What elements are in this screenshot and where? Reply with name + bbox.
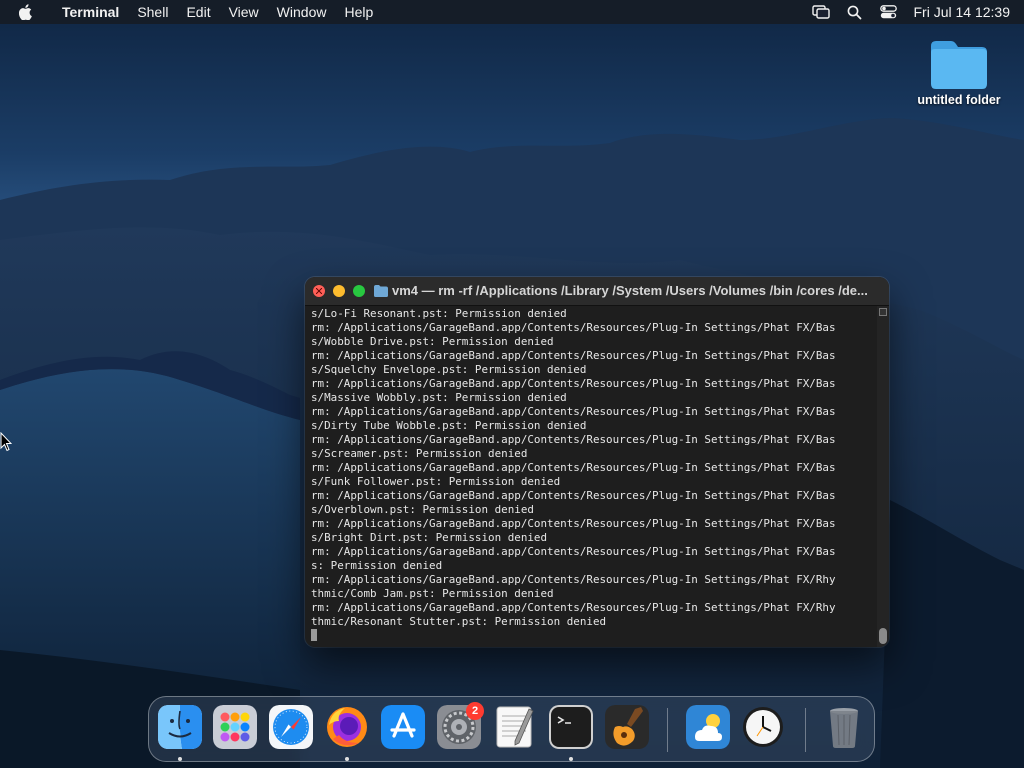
terminal-line: s/Dirty Tube Wobble.pst: Permission deni… bbox=[311, 419, 587, 432]
terminal-line: rm: /Applications/GarageBand.app/Content… bbox=[311, 405, 836, 418]
mouse-pointer-icon bbox=[0, 432, 12, 452]
running-indicator bbox=[178, 757, 182, 761]
terminal-line: s/Screamer.pst: Permission denied bbox=[311, 447, 528, 460]
scroll-marker-icon[interactable] bbox=[879, 308, 887, 316]
terminal-line: s/Lo-Fi Resonant.pst: Permission denied bbox=[311, 307, 567, 320]
terminal-line: rm: /Applications/GarageBand.app/Content… bbox=[311, 573, 836, 586]
terminal-line: s/Massive Wobbly.pst: Permission denied bbox=[311, 391, 567, 404]
menu-shell[interactable]: Shell bbox=[128, 0, 177, 24]
terminal-line: s/Bright Dirt.pst: Permission denied bbox=[311, 531, 548, 544]
terminal-line: rm: /Applications/GarageBand.app/Content… bbox=[311, 489, 836, 502]
textedit-icon[interactable] bbox=[493, 705, 537, 749]
menu-bar: Terminal Shell Edit View Window Help Fri… bbox=[0, 0, 1024, 24]
dock-separator bbox=[667, 708, 668, 752]
terminal-line: s/Funk Follower.pst: Permission denied bbox=[311, 475, 561, 488]
terminal-window[interactable]: vm4 — rm -rf /Applications /Library /Sys… bbox=[305, 277, 889, 647]
window-title: vm4 — rm -rf /Applications /Library /Sys… bbox=[392, 283, 868, 298]
terminal-line: rm: /Applications/GarageBand.app/Content… bbox=[311, 433, 836, 446]
trash-icon[interactable] bbox=[822, 705, 866, 749]
terminal-line: rm: /Applications/GarageBand.app/Content… bbox=[311, 517, 836, 530]
scrollbar-thumb[interactable] bbox=[879, 628, 887, 644]
apple-menu-icon[interactable] bbox=[19, 4, 35, 20]
terminal-line: rm: /Applications/GarageBand.app/Content… bbox=[311, 321, 836, 334]
terminal-line: rm: /Applications/GarageBand.app/Content… bbox=[311, 377, 836, 390]
terminal-line: rm: /Applications/GarageBand.app/Content… bbox=[311, 601, 836, 614]
terminal-output[interactable]: s/Lo-Fi Resonant.pst: Permission denied r… bbox=[305, 306, 877, 647]
menu-help[interactable]: Help bbox=[335, 0, 382, 24]
menu-window[interactable]: Window bbox=[268, 0, 336, 24]
terminal-titlebar[interactable]: vm4 — rm -rf /Applications /Library /Sys… bbox=[305, 277, 889, 306]
dock-separator bbox=[805, 708, 806, 752]
spotlight-search-icon[interactable] bbox=[846, 4, 864, 20]
running-indicator bbox=[569, 757, 573, 761]
notification-badge: 2 bbox=[466, 702, 484, 720]
garageband-icon[interactable] bbox=[605, 705, 649, 749]
zoom-window-button[interactable] bbox=[353, 285, 365, 297]
safari-icon[interactable] bbox=[269, 705, 313, 749]
menu-edit[interactable]: Edit bbox=[177, 0, 219, 24]
minimize-window-button[interactable] bbox=[333, 285, 345, 297]
app-store-icon[interactable] bbox=[381, 705, 425, 749]
finder-icon[interactable] bbox=[158, 705, 202, 749]
menu-view[interactable]: View bbox=[220, 0, 268, 24]
title-folder-icon bbox=[374, 285, 388, 297]
terminal-line: s: Permission denied bbox=[311, 559, 443, 572]
close-window-button[interactable] bbox=[313, 285, 325, 297]
desktop-folder[interactable]: untitled folder bbox=[912, 38, 1006, 107]
terminal-scrollbar[interactable] bbox=[877, 306, 889, 647]
text-cursor bbox=[311, 629, 317, 641]
clock-icon[interactable] bbox=[741, 705, 785, 749]
terminal-line: rm: /Applications/GarageBand.app/Content… bbox=[311, 461, 836, 474]
running-indicator bbox=[345, 757, 349, 761]
terminal-line: thmic/Comb Jam.pst: Permission denied bbox=[311, 587, 554, 600]
menu-app-name[interactable]: Terminal bbox=[53, 0, 128, 24]
folder-label: untitled folder bbox=[917, 93, 1001, 107]
menubar-clock[interactable]: Fri Jul 14 12:39 bbox=[914, 4, 1011, 20]
launchpad-icon[interactable] bbox=[213, 705, 257, 749]
firefox-icon[interactable] bbox=[325, 705, 369, 749]
terminal-line: rm: /Applications/GarageBand.app/Content… bbox=[311, 349, 836, 362]
weather-icon[interactable] bbox=[686, 705, 730, 749]
screen-mirroring-icon[interactable] bbox=[811, 4, 830, 20]
terminal-icon[interactable] bbox=[549, 705, 593, 749]
terminal-line: rm: /Applications/GarageBand.app/Content… bbox=[311, 545, 836, 558]
terminal-line: s/Overblown.pst: Permission denied bbox=[311, 503, 534, 516]
folder-icon bbox=[931, 41, 987, 89]
terminal-line: thmic/Resonant Stutter.pst: Permission d… bbox=[311, 615, 607, 628]
terminal-line: s/Wobble Drive.pst: Permission denied bbox=[311, 335, 554, 348]
terminal-prompt-line[interactable] bbox=[311, 629, 877, 643]
control-center-icon[interactable] bbox=[880, 4, 898, 20]
terminal-line: s/Squelchy Envelope.pst: Permission deni… bbox=[311, 363, 587, 376]
desktop: Terminal Shell Edit View Window Help Fri… bbox=[0, 0, 1024, 768]
